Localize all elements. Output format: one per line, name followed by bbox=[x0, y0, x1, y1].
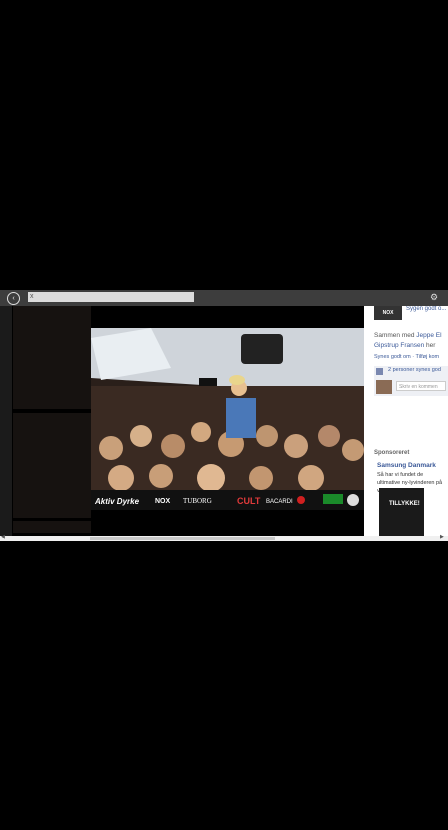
horizontal-scrollbar[interactable]: ◀ ▶ bbox=[0, 534, 448, 541]
avatar bbox=[376, 380, 392, 394]
left-scroll-strip bbox=[0, 306, 12, 536]
photo-caption-bar bbox=[91, 510, 364, 532]
photo-thumbnail[interactable] bbox=[13, 413, 91, 518]
photo-thumbnail[interactable] bbox=[13, 306, 91, 409]
tagged-person-link[interactable]: Gipstrup Fransen bbox=[374, 342, 424, 349]
bacardi-logo: BACARDI bbox=[266, 499, 293, 505]
tagged-with-text: Sammen med Jeppe El Gipstrup Fransen her bbox=[374, 331, 448, 351]
ad-title-link[interactable]: Samsung Danmark bbox=[377, 462, 436, 469]
sponsored-label: Sponsoreret bbox=[374, 450, 410, 456]
page-name-link[interactable]: Sygen godt o... bbox=[406, 306, 446, 312]
back-arrow-icon[interactable]: ‹ bbox=[7, 292, 20, 305]
svg-text:Aktiv Dyrke: Aktiv Dyrke bbox=[94, 497, 140, 506]
comment-input[interactable]: Skriv en kommen bbox=[396, 381, 446, 391]
page-logo[interactable]: NOX bbox=[374, 306, 402, 320]
close-icon[interactable]: x bbox=[30, 292, 34, 302]
browser-toolbar: ‹ x ⚙ bbox=[0, 290, 448, 306]
info-panel: NOX Sygen godt o... Sammen med Jeppe El … bbox=[364, 306, 448, 538]
scroll-right-icon[interactable]: ▶ bbox=[440, 534, 444, 540]
scrollbar-thumb[interactable] bbox=[90, 537, 275, 540]
scroll-left-icon[interactable]: ◀ bbox=[1, 534, 5, 540]
main-photo[interactable]: Aktiv Dyrke NOX TUBORG CULT BACARDI bbox=[91, 328, 364, 510]
likes-box: 2 personer synes god Skriv en kommen bbox=[374, 366, 448, 396]
likes-count[interactable]: 2 personer synes god bbox=[388, 367, 441, 373]
gear-icon[interactable]: ⚙ bbox=[430, 292, 438, 303]
address-bar[interactable]: x bbox=[28, 292, 194, 302]
ad-image[interactable]: TILLYKKE! bbox=[379, 488, 424, 536]
tagged-person-link[interactable]: Jeppe El bbox=[416, 332, 441, 339]
speaker-icon bbox=[241, 334, 283, 364]
thumbs-up-icon bbox=[376, 368, 383, 375]
photo-thumbnail[interactable] bbox=[13, 521, 91, 533]
ad-image-text: TILLYKKE! bbox=[389, 501, 420, 507]
photo-viewer: Aktiv Dyrke NOX TUBORG CULT BACARDI NOX … bbox=[0, 306, 448, 538]
like-comment-actions[interactable]: Synes godt om · Tilføj kom bbox=[374, 354, 439, 360]
with-suffix: her bbox=[424, 342, 436, 349]
cult-logo: CULT bbox=[237, 496, 261, 506]
nox-logo: NOX bbox=[155, 498, 171, 505]
party-photo: Aktiv Dyrke NOX TUBORG CULT BACARDI bbox=[91, 328, 364, 510]
tuborg-logo: TUBORG bbox=[183, 497, 212, 505]
with-prefix: Sammen med bbox=[374, 332, 417, 339]
